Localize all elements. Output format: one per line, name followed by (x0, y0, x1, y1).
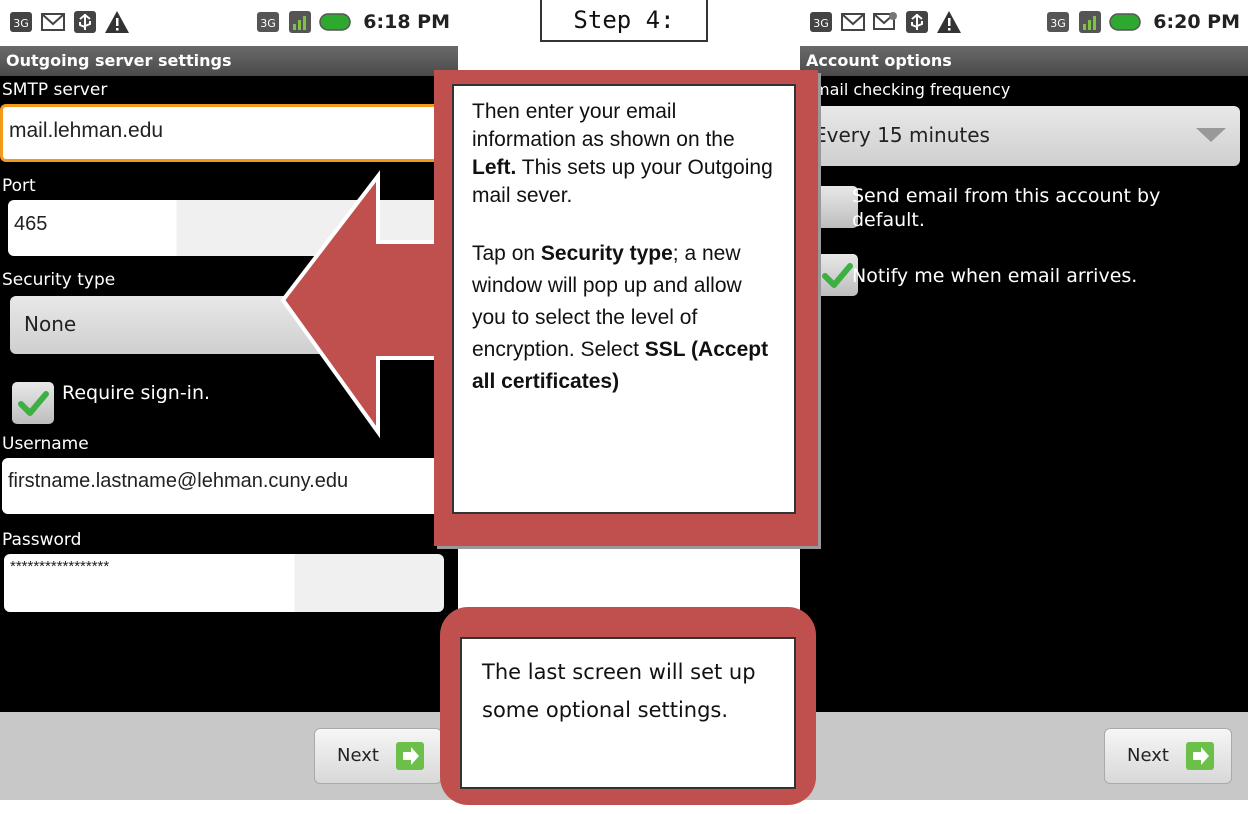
svg-text:3G: 3G (13, 17, 29, 30)
username-input[interactable]: firstname.lastname@lehman.cuny.edu (2, 458, 452, 514)
battery-icon (1109, 9, 1143, 35)
network-3g-icon: 3G (808, 9, 834, 35)
note-callout: The last screen will set up some optiona… (440, 607, 816, 805)
status-time: 6:18 PM (363, 11, 450, 33)
warning-icon (104, 9, 130, 35)
arrow-right-icon (1186, 742, 1214, 770)
port-value: 465 (14, 213, 48, 235)
chevron-down-icon (1196, 128, 1226, 142)
usb-icon (72, 9, 98, 35)
bottom-bar: Next (0, 712, 458, 800)
next-label: Next (1127, 745, 1169, 766)
smtp-label: SMTP server (2, 80, 108, 100)
signal-icon (287, 9, 313, 35)
instruction-callout: Then enter your email information as sho… (434, 70, 818, 546)
svg-text:3G: 3G (261, 17, 277, 30)
password-label: Password (2, 530, 82, 550)
security-type-value: None (24, 312, 77, 336)
note-text: The last screen will set up some optiona… (460, 637, 796, 789)
instruction-text: Then enter your email information as sho… (452, 84, 796, 514)
frequency-dropdown[interactable]: Every 15 minutes (808, 106, 1240, 166)
username-value: firstname.lastname@lehman.cuny.edu (8, 470, 349, 492)
status-bar: 3G 3G 6:18 PM (0, 0, 458, 46)
next-label: Next (337, 745, 379, 766)
instruction-bold-security: Security type (540, 242, 673, 265)
svg-text:3G: 3G (813, 17, 829, 30)
instruction-text-part: This sets up your Outgoing mail sever. (472, 156, 773, 207)
checkmark-icon (18, 391, 49, 416)
arrow-right-icon (396, 742, 424, 770)
default-account-label-line1: Send email from this account by (852, 185, 1161, 207)
port-label: Port (2, 176, 36, 196)
smtp-server-input[interactable]: mail.lehman.edu (0, 104, 452, 162)
password-value: ***************** (10, 558, 110, 575)
3g-icon: 3G (1045, 9, 1071, 35)
battery-icon (319, 9, 353, 35)
svg-text:3G: 3G (1051, 17, 1067, 30)
usb-icon (904, 9, 930, 35)
signal-icon (1077, 9, 1103, 35)
next-button[interactable]: Next (314, 728, 442, 784)
username-label: Username (2, 434, 89, 454)
status-bar: 3G 3G 6:20 PM (800, 0, 1248, 46)
email-icon (840, 9, 866, 35)
require-signin-checkbox[interactable] (12, 382, 54, 424)
3g-icon: 3G (255, 9, 281, 35)
account-options-screen: 3G 3G 6:20 PM Account options mail check… (800, 0, 1248, 800)
step-label: Step 4: (540, 0, 708, 42)
password-input[interactable]: ***************** (4, 554, 444, 612)
default-account-label-line2: default. (852, 209, 925, 231)
mail-notify-icon (872, 9, 898, 35)
status-time: 6:20 PM (1153, 11, 1240, 33)
instruction-bold-left: Left. (472, 156, 517, 179)
instruction-paragraph-1: Then enter your email information as sho… (472, 98, 776, 210)
email-icon (40, 9, 66, 35)
screen-title: Account options (800, 46, 1248, 76)
bottom-bar: Next (800, 712, 1248, 800)
default-account-label: Send email from this account by default. (852, 184, 1160, 232)
screen-title: Outgoing server settings (0, 46, 458, 76)
require-signin-label: Require sign-in. (62, 382, 211, 404)
network-3g-icon: 3G (8, 9, 34, 35)
notify-label: Notify me when email arrives. (852, 265, 1138, 287)
frequency-value: Every 15 minutes (814, 123, 990, 147)
smtp-server-value: mail.lehman.edu (9, 119, 164, 142)
instruction-paragraph-2: Tap on Security type; a new window will … (472, 238, 776, 398)
warning-icon (936, 9, 962, 35)
frequency-label: mail checking frequency (814, 80, 1011, 99)
security-type-label: Security type (2, 270, 116, 290)
next-button[interactable]: Next (1104, 728, 1232, 784)
instruction-text-part: Tap on (472, 242, 541, 265)
instruction-text-part: Then enter your email information as sho… (472, 100, 735, 151)
